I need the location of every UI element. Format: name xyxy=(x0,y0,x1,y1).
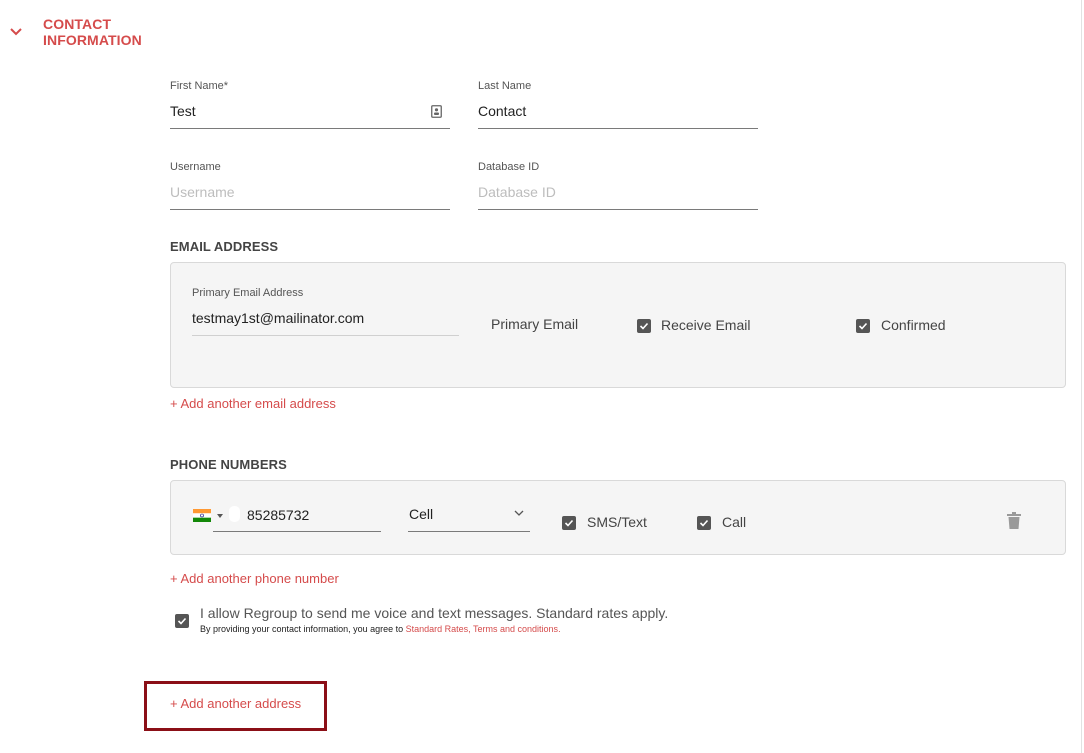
last-name-input[interactable]: Contact xyxy=(478,103,526,119)
phone-number-input[interactable]: 85285732 xyxy=(247,507,309,523)
primary-email-field[interactable]: Primary Email Address testmay1st@mailina… xyxy=(192,287,459,337)
confirmed-label: Confirmed xyxy=(881,317,946,333)
consent-disclaimer: By providing your contact information, y… xyxy=(200,624,561,634)
chevron-down-icon xyxy=(514,510,524,516)
primary-email-underline xyxy=(192,335,459,336)
checkmark-icon xyxy=(639,322,649,330)
database-id-underline xyxy=(478,209,758,210)
receive-email-checkbox[interactable] xyxy=(637,319,651,333)
consent-text: I allow Regroup to send me voice and tex… xyxy=(200,605,669,621)
first-name-underline xyxy=(170,128,450,129)
email-panel: Primary Email Address testmay1st@mailina… xyxy=(170,262,1066,388)
phone-panel: 85285732 Cell SMS/Text Call xyxy=(170,480,1066,555)
phone-type-select[interactable]: Cell xyxy=(408,501,530,533)
sms-text-checkbox[interactable] xyxy=(562,516,576,530)
trash-icon[interactable] xyxy=(1007,512,1021,529)
add-phone-link[interactable]: + Add another phone number xyxy=(170,571,339,586)
phone-type-value: Cell xyxy=(409,506,434,522)
first-name-field[interactable]: First Name* Test xyxy=(170,80,450,130)
username-input[interactable]: Username xyxy=(170,184,235,200)
terms-link[interactable]: Terms and conditions xyxy=(473,624,558,634)
sms-text-label: SMS/Text xyxy=(587,514,647,530)
standard-rates-link[interactable]: Standard Rates xyxy=(406,624,469,634)
database-id-field[interactable]: Database ID Database ID xyxy=(478,161,758,211)
page-right-border xyxy=(1081,0,1082,753)
phone-mask-icon xyxy=(229,506,240,522)
first-name-label: First Name* xyxy=(170,80,229,92)
primary-email-label: Primary Email Address xyxy=(192,287,304,299)
phone-number-field[interactable]: 85285732 xyxy=(213,501,381,533)
database-id-input[interactable]: Database ID xyxy=(478,184,556,200)
database-id-label: Database ID xyxy=(478,161,540,173)
checkmark-icon xyxy=(177,617,187,625)
checkmark-icon xyxy=(699,519,709,527)
consent-checkbox[interactable] xyxy=(175,614,189,628)
disclaimer-period: . xyxy=(558,624,561,634)
last-name-underline xyxy=(478,128,758,129)
username-label: Username xyxy=(170,161,221,173)
india-flag-icon xyxy=(193,509,211,522)
section-title: CONTACT INFORMATION xyxy=(43,16,142,48)
phone-number-underline xyxy=(213,531,381,532)
confirmed-checkbox[interactable] xyxy=(856,319,870,333)
primary-email-text: Primary Email xyxy=(491,316,579,332)
add-address-link[interactable]: + Add another address xyxy=(170,696,301,711)
username-underline xyxy=(170,209,450,210)
chevron-down-icon[interactable] xyxy=(9,27,23,37)
email-heading: EMAIL ADDRESS xyxy=(170,239,279,254)
checkmark-icon xyxy=(858,322,868,330)
primary-email-input[interactable]: testmay1st@mailinator.com xyxy=(192,310,364,326)
phone-type-underline xyxy=(408,531,530,532)
consent-disclaimer-text: By providing your contact information, y… xyxy=(200,624,406,634)
first-name-input[interactable]: Test xyxy=(170,103,196,119)
username-field[interactable]: Username Username xyxy=(170,161,450,211)
contact-card-icon[interactable] xyxy=(431,105,442,118)
last-name-label: Last Name xyxy=(478,80,532,92)
add-email-link[interactable]: + Add another email address xyxy=(170,396,336,411)
call-checkbox[interactable] xyxy=(697,516,711,530)
call-label: Call xyxy=(722,514,747,530)
contact-information-header[interactable]: CONTACT INFORMATION xyxy=(0,0,300,60)
receive-email-label: Receive Email xyxy=(661,317,751,333)
last-name-field[interactable]: Last Name Contact xyxy=(478,80,758,130)
phone-heading: PHONE NUMBERS xyxy=(170,457,287,472)
checkmark-icon xyxy=(564,519,574,527)
